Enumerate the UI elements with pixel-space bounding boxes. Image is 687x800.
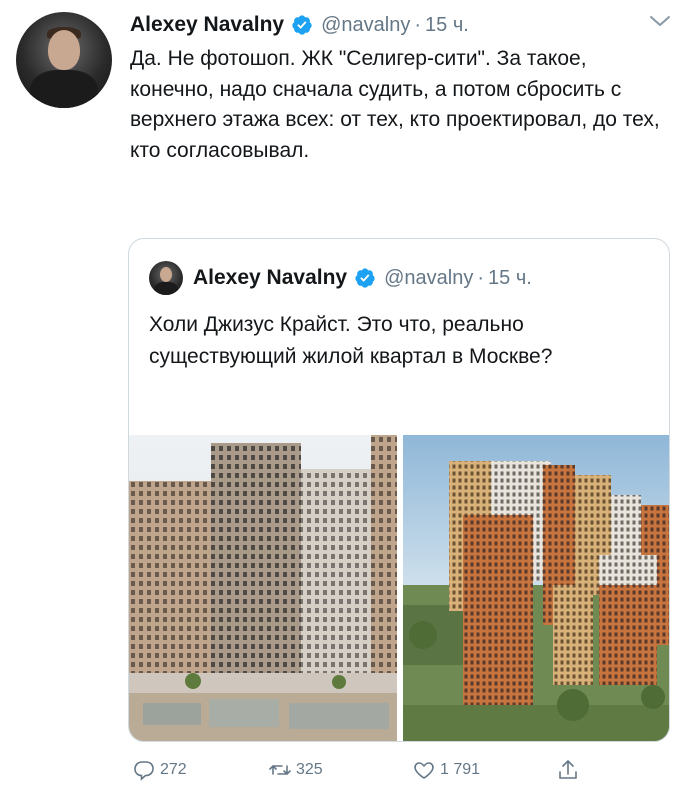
tweet-header: Alexey Navalny @navalny · 15 ч. <box>130 10 469 40</box>
share-icon <box>559 760 577 779</box>
like-button[interactable]: 1 791 <box>412 758 480 782</box>
verified-badge-icon <box>292 15 312 35</box>
author-avatar[interactable] <box>16 12 112 108</box>
separator-dot: · <box>414 13 422 36</box>
reply-button[interactable]: 272 <box>132 758 187 782</box>
verified-badge-icon <box>355 268 375 288</box>
retweet-count: 325 <box>296 761 323 778</box>
building-photo-front[interactable] <box>129 435 397 741</box>
share-button[interactable] <box>556 758 580 782</box>
quoted-tweet-header: Alexey Navalny @navalny · 15 ч. <box>149 261 532 295</box>
quoted-tweet-text: Холи Джизус Крайст. Это что, реально сущ… <box>149 313 553 368</box>
quoted-tweet-media <box>129 435 669 741</box>
retweet-icon <box>269 765 291 775</box>
heart-icon <box>414 762 434 779</box>
retweet-button[interactable]: 325 <box>268 758 323 782</box>
quoted-author-avatar[interactable] <box>149 261 183 295</box>
building-photo-render[interactable] <box>403 435 669 741</box>
quoted-tweet-time[interactable]: 15 ч. <box>488 267 532 290</box>
tweet-time[interactable]: 15 ч. <box>425 14 469 37</box>
reply-icon <box>134 761 154 781</box>
quoted-author-handle[interactable]: @navalny <box>384 267 473 290</box>
chevron-down-icon[interactable] <box>649 14 671 28</box>
author-name[interactable]: Alexey Navalny <box>130 13 284 37</box>
reply-count: 272 <box>160 761 187 778</box>
separator-dot: · <box>477 266 485 289</box>
tweet-text: Да. Не фотошоп. ЖК "Селигер-сити". За та… <box>130 47 660 162</box>
tweet-actions: 272 325 1 791 <box>128 758 608 788</box>
quoted-tweet[interactable]: Alexey Navalny @navalny · 15 ч. Холи Джи… <box>128 238 670 742</box>
author-handle[interactable]: @navalny <box>321 14 410 37</box>
like-count: 1 791 <box>440 761 481 778</box>
quoted-author-name[interactable]: Alexey Navalny <box>193 266 347 290</box>
